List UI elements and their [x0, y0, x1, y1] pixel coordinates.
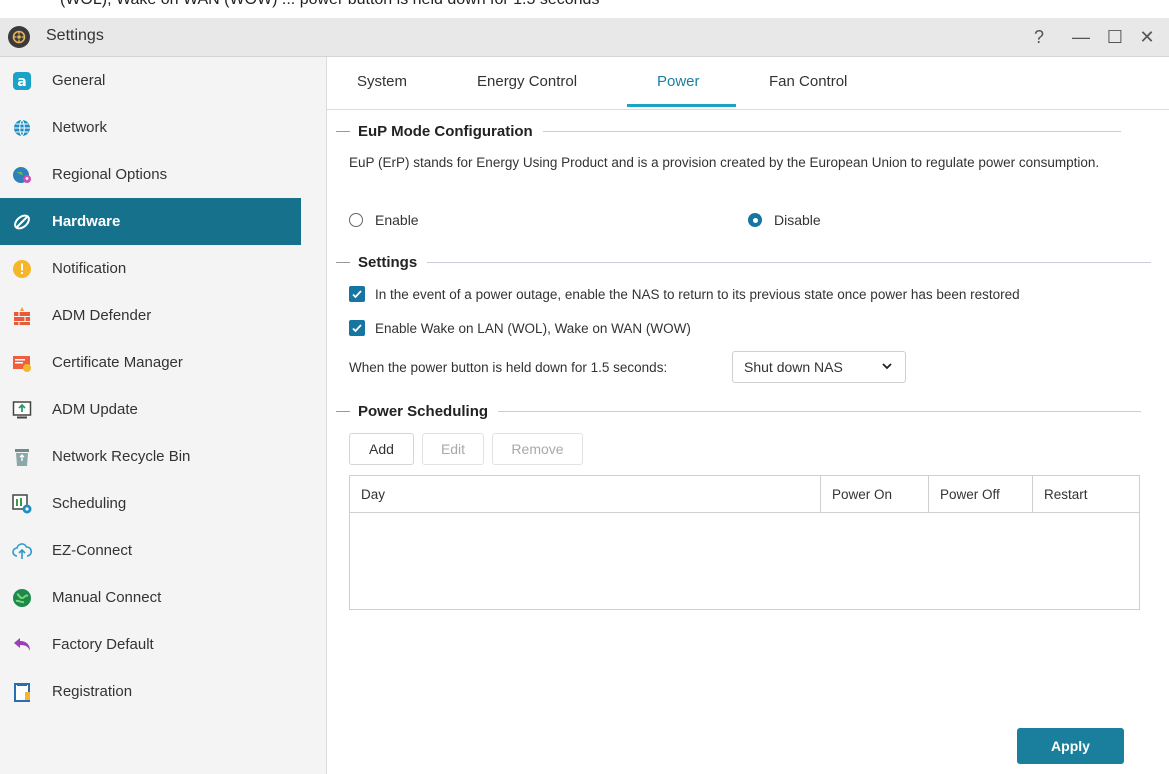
column-header-day[interactable]: Day: [350, 476, 820, 512]
recycle-bin-icon: [12, 447, 32, 467]
sidebar-item-network[interactable]: Network: [0, 104, 301, 151]
alert-icon: [12, 259, 32, 279]
sidebar-item-adm-defender[interactable]: ADM Defender: [0, 292, 301, 339]
world-pin-icon: [12, 165, 32, 185]
sidebar-item-label: Notification: [52, 260, 127, 277]
checkbox-checked-icon: [349, 286, 365, 302]
sidebar-item-hardware[interactable]: Hardware: [0, 198, 301, 245]
manual-connect-icon: [12, 588, 32, 608]
settings-section-title: Settings: [358, 254, 418, 271]
wol-label: Enable Wake on LAN (WOL), Wake on WAN (W…: [375, 320, 691, 336]
eup-section-header: EuP Mode Configuration: [336, 123, 1121, 140]
eup-section-title: EuP Mode Configuration: [358, 123, 533, 140]
tab-system[interactable]: System: [357, 73, 407, 90]
power-restore-label: In the event of a power outage, enable t…: [375, 286, 1020, 302]
edit-button[interactable]: Edit: [422, 433, 484, 465]
window-titlebar: Settings ? — ☐ ✕: [0, 18, 1169, 57]
sidebar-item-label: EZ-Connect: [52, 542, 133, 559]
eup-disable-radio[interactable]: Disable: [748, 212, 821, 228]
eup-description: EuP (ErP) stands for Energy Using Produc…: [349, 155, 1100, 170]
sidebar-item-label: Registration: [52, 683, 133, 700]
chevron-down-icon: [882, 363, 892, 370]
sidebar-item-manual-connect[interactable]: Manual Connect: [0, 574, 301, 621]
sidebar-item-label: Certificate Manager: [52, 354, 183, 371]
sidebar-item-label: ADM Update: [52, 401, 138, 418]
minimize-icon[interactable]: —: [1069, 25, 1093, 49]
certificate-icon: [12, 353, 32, 373]
update-icon: [12, 400, 32, 420]
scheduling-section-header: Power Scheduling: [336, 403, 1142, 420]
sidebar-item-regional-options[interactable]: Regional Options: [0, 151, 301, 198]
power-button-select[interactable]: Shut down NAS: [732, 351, 906, 383]
remove-button[interactable]: Remove: [492, 433, 583, 465]
power-button-value: Shut down NAS: [744, 359, 843, 375]
sidebar-item-adm-update[interactable]: ADM Update: [0, 386, 301, 433]
add-button[interactable]: Add: [349, 433, 414, 465]
eup-disable-label: Disable: [774, 212, 821, 228]
settings-app-icon: [8, 26, 30, 48]
sidebar-item-label: Factory Default: [52, 636, 154, 653]
settings-section-header: Settings: [336, 254, 1152, 271]
cropped-top-text: (WOL), Wake on WAN (WOW) ... power butto…: [0, 0, 1169, 18]
sidebar-item-factory-default[interactable]: Factory Default: [0, 621, 301, 668]
window-title: Settings: [46, 27, 104, 44]
checkbox-checked-icon: [349, 320, 365, 336]
sidebar-item-label: Hardware: [52, 213, 121, 230]
apply-button[interactable]: Apply: [1017, 728, 1124, 764]
eup-enable-label: Enable: [375, 212, 419, 228]
sidebar-item-network-recycle-bin[interactable]: Network Recycle Bin: [0, 433, 301, 480]
power-button-label: When the power button is held down for 1…: [349, 360, 668, 375]
sidebar-item-label: Manual Connect: [52, 589, 162, 606]
cloud-upload-icon: [12, 541, 32, 561]
sidebar-item-general[interactable]: a General: [0, 57, 301, 104]
radio-checked-icon: [748, 213, 762, 227]
tab-energy-control[interactable]: Energy Control: [477, 73, 577, 90]
tab-bar: System Energy Control Power Fan Control: [326, 57, 1169, 110]
svg-text:a: a: [17, 74, 26, 90]
column-header-restart[interactable]: Restart: [1032, 476, 1139, 512]
maximize-icon[interactable]: ☐: [1103, 25, 1127, 49]
help-icon[interactable]: ?: [1027, 25, 1051, 49]
sidebar-item-label: General: [52, 72, 106, 89]
firewall-icon: [12, 306, 32, 326]
general-icon: a: [12, 71, 32, 91]
wol-checkbox[interactable]: Enable Wake on LAN (WOL), Wake on WAN (W…: [349, 320, 691, 336]
power-restore-checkbox[interactable]: In the event of a power outage, enable t…: [349, 286, 1020, 302]
sidebar-item-certificate-manager[interactable]: Certificate Manager: [0, 339, 301, 386]
undo-icon: [12, 635, 32, 655]
scheduling-icon: [12, 493, 32, 514]
hardware-icon: [12, 212, 32, 232]
sidebar-item-label: Network Recycle Bin: [52, 448, 191, 465]
radio-unchecked-icon: [349, 213, 363, 227]
sidebar-item-ez-connect[interactable]: EZ-Connect: [0, 527, 301, 574]
active-tab-indicator: [627, 104, 736, 107]
close-icon[interactable]: ✕: [1135, 25, 1159, 49]
schedule-table: Day Power On Power Off Restart: [349, 475, 1140, 610]
table-header: Day Power On Power Off Restart: [350, 476, 1139, 513]
tab-power[interactable]: Power: [657, 73, 700, 90]
sidebar-item-label: Regional Options: [52, 166, 168, 183]
column-header-power-off[interactable]: Power Off: [928, 476, 1032, 512]
cropped-top-text-content: (WOL), Wake on WAN (WOW) ... power butto…: [60, 0, 599, 9]
scheduling-section-title: Power Scheduling: [358, 403, 489, 420]
sidebar: a General Network Regional Options Hardw…: [0, 57, 327, 774]
sidebar-item-label: Scheduling: [52, 495, 127, 512]
registration-icon: [12, 682, 32, 702]
sidebar-item-notification[interactable]: Notification: [0, 245, 301, 292]
column-header-power-on[interactable]: Power On: [820, 476, 928, 512]
sidebar-item-label: ADM Defender: [52, 307, 152, 324]
sidebar-item-label: Network: [52, 119, 108, 136]
globe-icon: [12, 118, 32, 138]
sidebar-item-scheduling[interactable]: Scheduling: [0, 480, 301, 527]
eup-enable-radio[interactable]: Enable: [349, 212, 419, 228]
tab-fan-control[interactable]: Fan Control: [769, 73, 847, 90]
sidebar-item-registration[interactable]: Registration: [0, 668, 301, 715]
